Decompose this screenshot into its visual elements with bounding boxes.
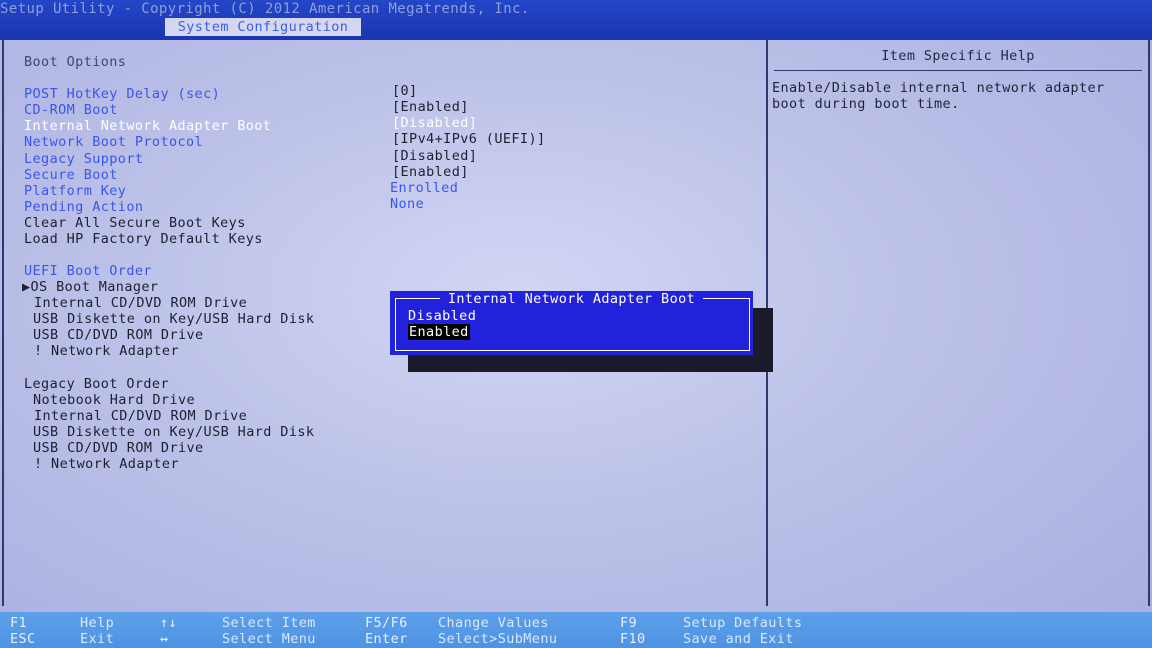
legacy-boot-item[interactable]: Internal CD/DVD ROM Drive (34, 408, 247, 424)
footer-action-save-exit: Save and Exit (683, 631, 794, 647)
uefi-boot-item[interactable]: USB Diskette on Key/USB Hard Disk (33, 311, 314, 327)
value-post-hotkey-delay[interactable]: [0] (392, 83, 418, 99)
setting-cdrom-boot[interactable]: CD-ROM Boot (24, 102, 118, 118)
value-pending-action: None (390, 196, 425, 212)
uefi-boot-item[interactable]: ▶OS Boot Manager (22, 279, 158, 295)
footer-key-f9[interactable]: F9 (620, 615, 637, 631)
copyright-text: Setup Utility - Copyright (C) 2012 Ameri… (0, 1, 530, 17)
footer-key-enter[interactable]: Enter (365, 631, 408, 647)
footer-key-f1[interactable]: F1 (10, 615, 27, 631)
top-bar: Setup Utility - Copyright (C) 2012 Ameri… (0, 0, 1152, 40)
legacy-boot-item[interactable]: ! Network Adapter (34, 456, 179, 472)
uefi-boot-item[interactable]: ! Network Adapter (34, 343, 179, 359)
footer-action-help: Help (80, 615, 115, 631)
legacy-boot-item[interactable]: USB CD/DVD ROM Drive (33, 440, 204, 456)
value-secure-boot[interactable]: [Enabled] (392, 164, 469, 180)
footer-action-exit: Exit (80, 631, 115, 647)
footer-key-f5f6[interactable]: F5/F6 (365, 615, 408, 631)
legacy-boot-item[interactable]: Notebook Hard Drive (33, 392, 195, 408)
footer-action-setup-defaults: Setup Defaults (683, 615, 803, 631)
setting-post-hotkey-delay[interactable]: POST HotKey Delay (sec) (24, 86, 220, 102)
setting-network-boot-protocol[interactable]: Network Boot Protocol (24, 134, 203, 150)
value-internal-network-adapter-boot[interactable]: [Disabled] (392, 115, 477, 131)
help-title: Item Specific Help (881, 48, 1035, 64)
section-title: Boot Options (24, 54, 127, 70)
uefi-boot-item[interactable]: Internal CD/DVD ROM Drive (34, 295, 247, 311)
footer-action-select-submenu: Select>SubMenu (438, 631, 558, 647)
legacy-boot-item[interactable]: USB Diskette on Key/USB Hard Disk (33, 424, 314, 440)
value-platform-key: Enrolled (390, 180, 459, 196)
footer-key-updown-icon: ↑↓ (160, 615, 178, 631)
setting-load-hp-default-keys[interactable]: Load HP Factory Default Keys (24, 231, 263, 247)
popup-option-enabled[interactable]: Enabled (408, 324, 470, 340)
popup-title-text: Internal Network Adapter Boot (439, 291, 704, 307)
footer-key-f10[interactable]: F10 (620, 631, 646, 647)
legacy-boot-order-title: Legacy Boot Order (24, 376, 169, 392)
uefi-boot-order-title[interactable]: UEFI Boot Order (24, 263, 152, 279)
footer-action-change-values: Change Values (438, 615, 549, 631)
help-text: Enable/Disable internal network adapter … (772, 80, 1105, 112)
footer-key-leftright-icon: ↔ (160, 631, 169, 647)
help-divider (774, 70, 1142, 71)
uefi-boot-item[interactable]: USB CD/DVD ROM Drive (33, 327, 204, 343)
popup-dialog: Internal Network Adapter Boot Disabled E… (390, 291, 753, 355)
footer-bar: F1 Help ESC Exit ↑↓ Select Item ↔ Select… (0, 612, 1152, 648)
help-panel: Item Specific Help Enable/Disable intern… (768, 40, 1150, 606)
value-legacy-support[interactable]: [Disabled] (392, 148, 477, 164)
value-cdrom-boot[interactable]: [Enabled] (392, 99, 469, 115)
setting-clear-secure-boot-keys[interactable]: Clear All Secure Boot Keys (24, 215, 246, 231)
tab-system-configuration[interactable]: System Configuration (165, 18, 361, 36)
value-network-boot-protocol[interactable]: [IPv4+IPv6 (UEFI)] (392, 131, 546, 147)
footer-action-select-item: Select Item (222, 615, 316, 631)
popup-title: Internal Network Adapter Boot (390, 291, 753, 307)
setting-internal-network-adapter-boot[interactable]: Internal Network Adapter Boot (24, 118, 271, 134)
setting-legacy-support[interactable]: Legacy Support (24, 151, 143, 167)
footer-key-esc[interactable]: ESC (10, 631, 36, 647)
footer-action-select-menu: Select Menu (222, 631, 316, 647)
popup-option-disabled[interactable]: Disabled (408, 308, 476, 324)
setting-platform-key[interactable]: Platform Key (24, 183, 126, 199)
setting-pending-action[interactable]: Pending Action (24, 199, 143, 215)
setting-secure-boot[interactable]: Secure Boot (24, 167, 118, 183)
